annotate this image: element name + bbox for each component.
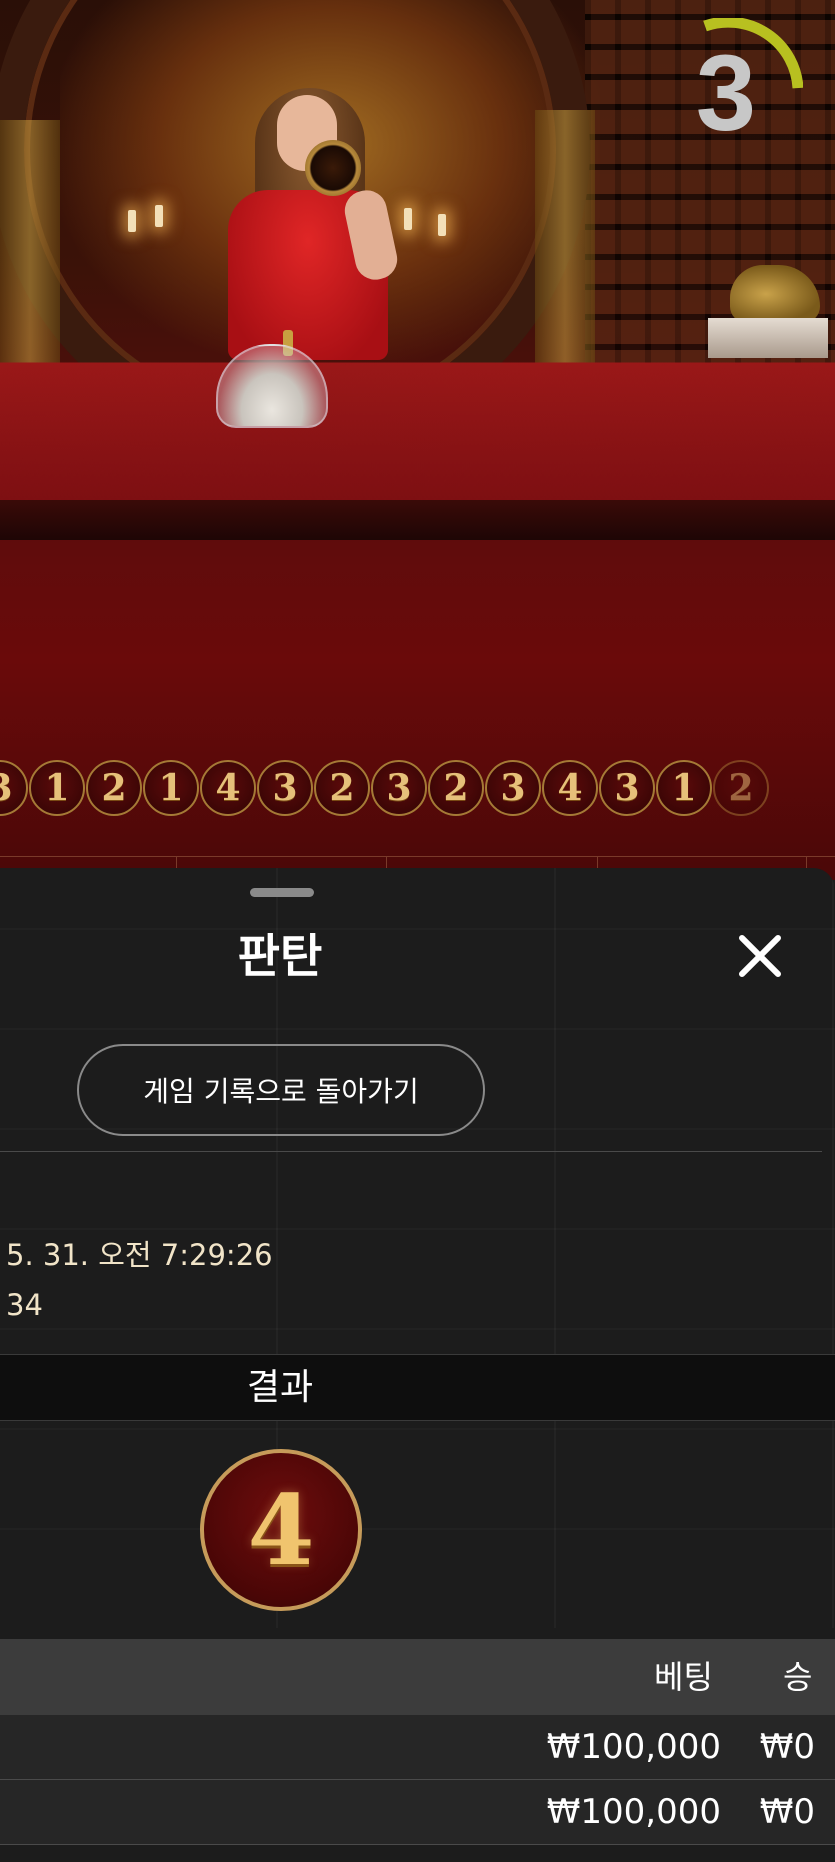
candle [404,208,412,230]
history-coin: 1 [29,760,85,816]
history-coin: 3 [257,760,313,816]
table-edge [0,500,835,540]
history-coin: 2 [713,760,769,816]
history-coin: 2 [428,760,484,816]
history-coin: 1 [143,760,199,816]
table-row: ₩100,000 ₩0 [0,1715,835,1780]
countdown-number: 3 [695,32,756,153]
divider [0,1151,822,1152]
gold-panel-right [535,110,595,370]
result-label: 결과 [246,1367,314,1408]
history-coin: 2 [86,760,142,816]
history-coin: 1 [656,760,712,816]
round-id: 34 [6,1288,43,1322]
held-bowl [305,140,361,196]
live-video-stream: 3 31214323234312 [0,0,835,880]
column-win: 승 [783,1658,813,1696]
history-coin: 3 [485,760,541,816]
back-to-history-button[interactable]: 게임 기록으로 돌아가기 [77,1044,485,1136]
table-row: ₩100,000 ₩0 [0,1780,835,1845]
candle [438,214,446,236]
statue-pedestal [708,318,828,358]
candle [128,210,136,232]
bet-amount: ₩100,000 [546,1727,721,1767]
history-coin: 4 [542,760,598,816]
gold-panel-left [0,120,60,370]
bets-table-header: 베팅 승 [0,1639,835,1715]
win-amount: ₩0 [759,1792,815,1832]
bet-amount: ₩100,000 [546,1792,721,1832]
result-section-header: 결과 [0,1354,835,1421]
history-coin: 3 [371,760,427,816]
gaming-table [0,362,835,504]
drag-handle[interactable] [250,888,314,897]
close-button[interactable] [734,930,786,982]
close-icon [739,935,781,977]
countdown-timer: 3 [653,18,803,168]
result-coin: 4 [200,1449,362,1611]
history-coin: 3 [0,760,28,816]
sheet-title: 판탄 [237,929,323,983]
history-coin: 4 [200,760,256,816]
history-coin: 2 [314,760,370,816]
win-amount: ₩0 [759,1727,815,1767]
history-road: 31214323234312 [0,760,770,830]
game-history-sheet: 판탄 게임 기록으로 돌아가기 5. 31. 오전 7:29:26 34 결과 … [0,868,835,1862]
column-bet: 베팅 [654,1658,713,1696]
candle [155,205,163,227]
history-coin: 3 [599,760,655,816]
round-datetime: 5. 31. 오전 7:29:26 [6,1238,273,1272]
